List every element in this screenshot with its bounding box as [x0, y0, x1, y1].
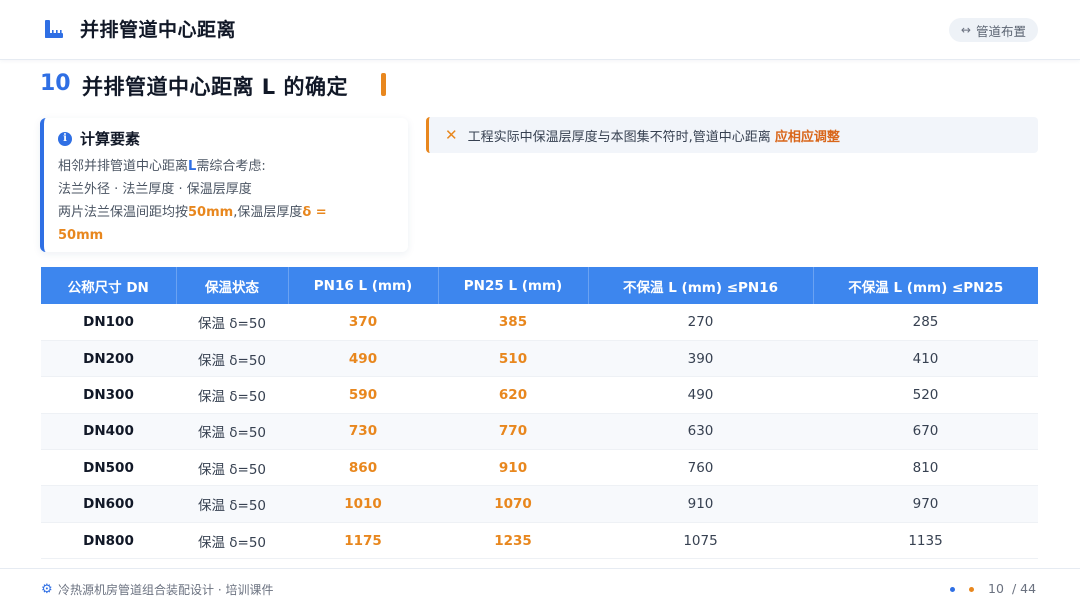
cell-insulation: 保温 δ=50	[176, 413, 288, 451]
info-line-4: 50mm	[58, 224, 394, 247]
table-header-row: 公称尺寸 DN 保温状态 PN16 L (mm) PN25 L (mm) 不保温…	[41, 267, 1038, 304]
cell-bare-pn25: 1135	[813, 522, 1038, 560]
table-row: DN800 保温 δ=50 1175 1235 1075 1135	[41, 522, 1038, 560]
cell-bare-pn25: 410	[813, 340, 1038, 378]
cell-pn16: 490	[288, 340, 438, 378]
info-line-1-suffix: 需综合考虑:	[196, 159, 266, 174]
info-line-1-prefix: 相邻并排管道中心距离	[58, 159, 189, 174]
app-title: 并排管道中心距离	[80, 19, 237, 41]
cell-insulation: 保温 δ=50	[176, 304, 288, 341]
table-row: DN300 保温 δ=50 590 620 490 520	[41, 376, 1038, 414]
title-accent-bar	[381, 73, 386, 96]
calculation-info-card: i 计算要素 相邻并排管道中心距离L需综合考虑: 法兰外径 · 法兰厚度 · 保…	[40, 118, 408, 252]
progress-dot-orange	[969, 587, 974, 592]
table-row: DN200 保温 δ=50 490 510 390 410	[41, 340, 1038, 378]
tip-text: 工程实际中保温层厚度与本图集不符时,管道中心距离 应相应调整	[468, 126, 840, 145]
cell-pn16: 590	[288, 376, 438, 414]
info-line-2: 法兰外径 · 法兰厚度 · 保温层厚度	[58, 182, 252, 197]
table-row: DN400 保温 δ=50 730 770 630 670	[41, 413, 1038, 451]
cell-insulation: 保温 δ=50	[176, 376, 288, 414]
info-line-3-middle: ,保温层厚度	[233, 205, 303, 220]
cell-dn: DN200	[41, 340, 176, 378]
cell-dn: DN800	[41, 522, 176, 560]
cell-pn25: 910	[438, 449, 588, 487]
header-pn16: PN16 L (mm)	[288, 267, 439, 304]
cell-pn16: 860	[288, 449, 438, 487]
cell-insulation: 保温 δ=50	[176, 485, 288, 523]
cell-dn: DN400	[41, 413, 176, 451]
header-pn25: PN25 L (mm)	[438, 267, 589, 304]
cell-bare-pn25: 520	[813, 376, 1038, 414]
info-line-1: 相邻并排管道中心距离L需综合考虑:	[58, 155, 394, 178]
info-line-3: 两片法兰保温间距均按50mm,保温层厚度δ =	[58, 201, 394, 224]
cell-bare-pn16: 760	[588, 449, 813, 487]
cell-bare-pn25: 810	[813, 449, 1038, 487]
info-icon: i	[58, 131, 72, 146]
cell-insulation: 保温 δ=50	[176, 340, 288, 378]
page-total: / 44	[1012, 581, 1037, 596]
cell-bare-pn16: 1075	[588, 522, 813, 560]
cell-dn: DN100	[41, 304, 176, 341]
cell-pn16: 730	[288, 413, 438, 451]
info-card-title: 计算要素	[80, 130, 141, 148]
cell-pn16: 1010	[288, 485, 438, 523]
distance-table: 公称尺寸 DN 保温状态 PN16 L (mm) PN25 L (mm) 不保温…	[41, 267, 1038, 560]
info-line-3-prefix: 两片法兰保温间距均按	[58, 205, 189, 220]
cell-bare-pn25: 670	[813, 413, 1038, 451]
tip-card: ✕ 工程实际中保温层厚度与本图集不符时,管道中心距离 应相应调整	[426, 117, 1038, 153]
tools-icon: ✕	[445, 126, 458, 144]
footer: ⚙ 冷热源机房管道组合装配设计 · 培训课件 10 / 44	[0, 568, 1080, 608]
cell-pn25: 1235	[438, 522, 588, 560]
header-insulation: 保温状态	[176, 267, 289, 304]
info-card-header: i 计算要素	[58, 128, 394, 149]
progress-dot-blue	[950, 587, 955, 592]
top-bar: 并排管道中心距离 ↔ 管道布置	[0, 0, 1080, 60]
cell-pn16: 370	[288, 304, 438, 341]
cell-pn25: 510	[438, 340, 588, 378]
cell-pn25: 770	[438, 413, 588, 451]
tip-text-main: 工程实际中保温层厚度与本图集不符时,管道中心距离	[467, 129, 775, 145]
section-number: 10	[40, 71, 71, 96]
footer-course-title: 冷热源机房管道组合装配设计 · 培训课件	[58, 583, 274, 597]
cell-bare-pn16: 270	[588, 304, 813, 341]
gear-icon: ⚙	[41, 582, 53, 597]
info-line-4-highlight: 50mm	[58, 228, 104, 243]
cell-pn25: 1070	[438, 485, 588, 523]
cell-bare-pn16: 630	[588, 413, 813, 451]
cell-insulation: 保温 δ=50	[176, 522, 288, 560]
cell-insulation: 保温 δ=50	[176, 449, 288, 487]
cell-bare-pn16: 910	[588, 485, 813, 523]
cell-pn25: 620	[438, 376, 588, 414]
cell-pn25: 385	[438, 304, 588, 341]
table-row: DN500 保温 δ=50 860 910 760 810	[41, 449, 1038, 487]
header-bare-pn25: 不保温 L (mm) ≤PN25	[813, 267, 1038, 304]
cell-bare-pn16: 390	[588, 340, 813, 378]
cell-bare-pn25: 285	[813, 304, 1038, 341]
tip-text-strong: 应相应调整	[774, 129, 840, 145]
cell-dn: DN300	[41, 376, 176, 414]
ruler-logo-icon	[45, 20, 63, 38]
cell-pn16: 1175	[288, 522, 438, 560]
info-line-3-highlight-2: δ =	[302, 205, 327, 220]
page-current: 10	[988, 581, 1004, 596]
section-title: 并排管道中心距离 L 的确定	[82, 75, 349, 99]
left-right-arrow-icon: ↔	[960, 23, 971, 37]
table-row: DN600 保温 δ=50 1010 1070 910 970	[41, 485, 1038, 523]
nav-pill-pipe-layout[interactable]: ↔ 管道布置	[948, 18, 1038, 42]
nav-pill-label: 管道布置	[975, 23, 1026, 39]
header-dn: 公称尺寸 DN	[41, 267, 177, 304]
table-row: DN100 保温 δ=50 370 385 270 285	[41, 304, 1038, 341]
info-line-3-highlight-1: 50mm	[188, 205, 234, 220]
header-bare-pn16: 不保温 L (mm) ≤PN16	[588, 267, 814, 304]
cell-dn: DN600	[41, 485, 176, 523]
cell-dn: DN500	[41, 449, 176, 487]
cell-bare-pn16: 490	[588, 376, 813, 414]
cell-bare-pn25: 970	[813, 485, 1038, 523]
